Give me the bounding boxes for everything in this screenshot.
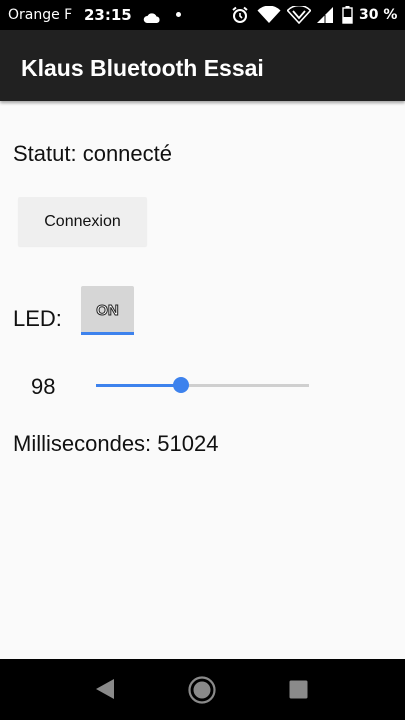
led-label: LED: bbox=[13, 306, 62, 331]
wifi-call-icon bbox=[286, 4, 312, 28]
milliseconds-readout: Millisecondes: 51024 bbox=[13, 431, 219, 456]
back-icon[interactable] bbox=[94, 678, 116, 705]
clock: 23:15 bbox=[84, 6, 132, 24]
value-slider[interactable] bbox=[96, 375, 309, 397]
battery-icon bbox=[342, 6, 353, 28]
cloud-icon bbox=[143, 9, 161, 28]
screen: Orange F 23:15 30 % Klaus Bluetooth Essa… bbox=[0, 0, 405, 720]
app-bar: Klaus Bluetooth Essai bbox=[0, 30, 405, 101]
toggle-indicator bbox=[81, 332, 134, 335]
slider-thumb[interactable] bbox=[173, 377, 189, 393]
signal-icon bbox=[316, 7, 334, 27]
notification-dot-icon bbox=[176, 12, 181, 17]
navigation-bar bbox=[0, 659, 405, 720]
home-icon[interactable] bbox=[187, 675, 217, 710]
recent-apps-icon[interactable] bbox=[289, 680, 308, 704]
slider-value: 98 bbox=[31, 374, 56, 399]
led-toggle-label: ON bbox=[96, 302, 120, 320]
connection-status: Statut: connecté bbox=[13, 141, 172, 166]
carrier-name: Orange F bbox=[8, 7, 73, 23]
app-title: Klaus Bluetooth Essai bbox=[21, 55, 264, 81]
battery-percent: 30 % bbox=[359, 7, 398, 23]
slider-fill bbox=[96, 384, 181, 387]
alarm-icon bbox=[231, 6, 249, 28]
connexion-button[interactable]: Connexion bbox=[18, 197, 147, 246]
led-toggle-button[interactable]: ON bbox=[81, 286, 134, 335]
wifi-icon bbox=[257, 5, 281, 28]
status-bar: Orange F 23:15 30 % bbox=[0, 0, 405, 30]
